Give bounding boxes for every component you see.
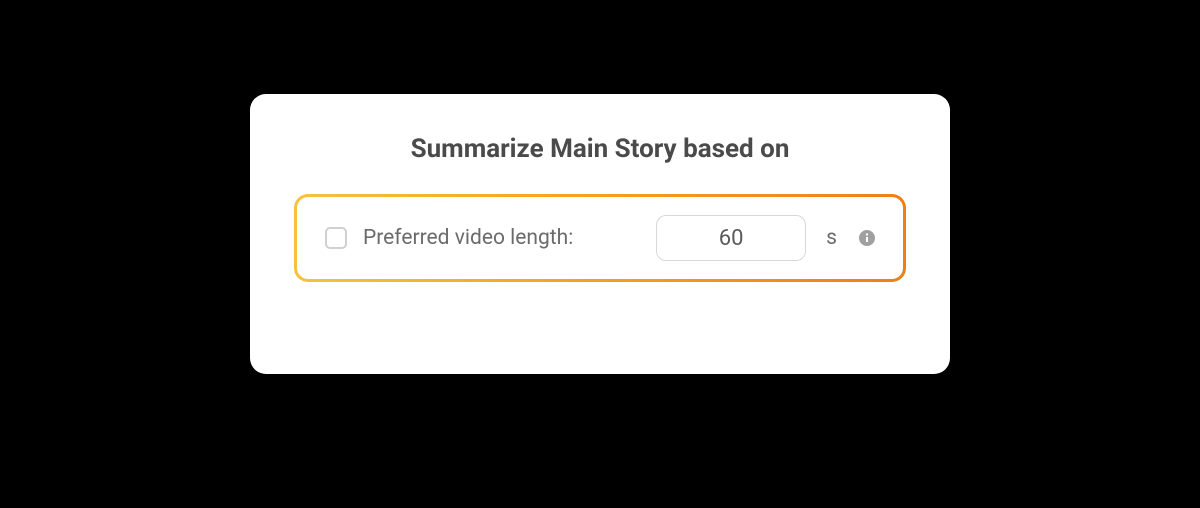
card-title: Summarize Main Story based on (294, 134, 906, 164)
unit-label: s (826, 226, 837, 250)
settings-card: Summarize Main Story based on Preferred … (250, 94, 950, 374)
preferred-length-label: Preferred video length: (363, 226, 573, 250)
preferred-length-option: Preferred video length: s (294, 194, 906, 282)
option-row-inner: Preferred video length: s (297, 197, 903, 279)
preferred-length-input[interactable] (656, 215, 806, 261)
info-icon[interactable] (859, 230, 875, 246)
preferred-length-checkbox[interactable] (325, 227, 347, 249)
